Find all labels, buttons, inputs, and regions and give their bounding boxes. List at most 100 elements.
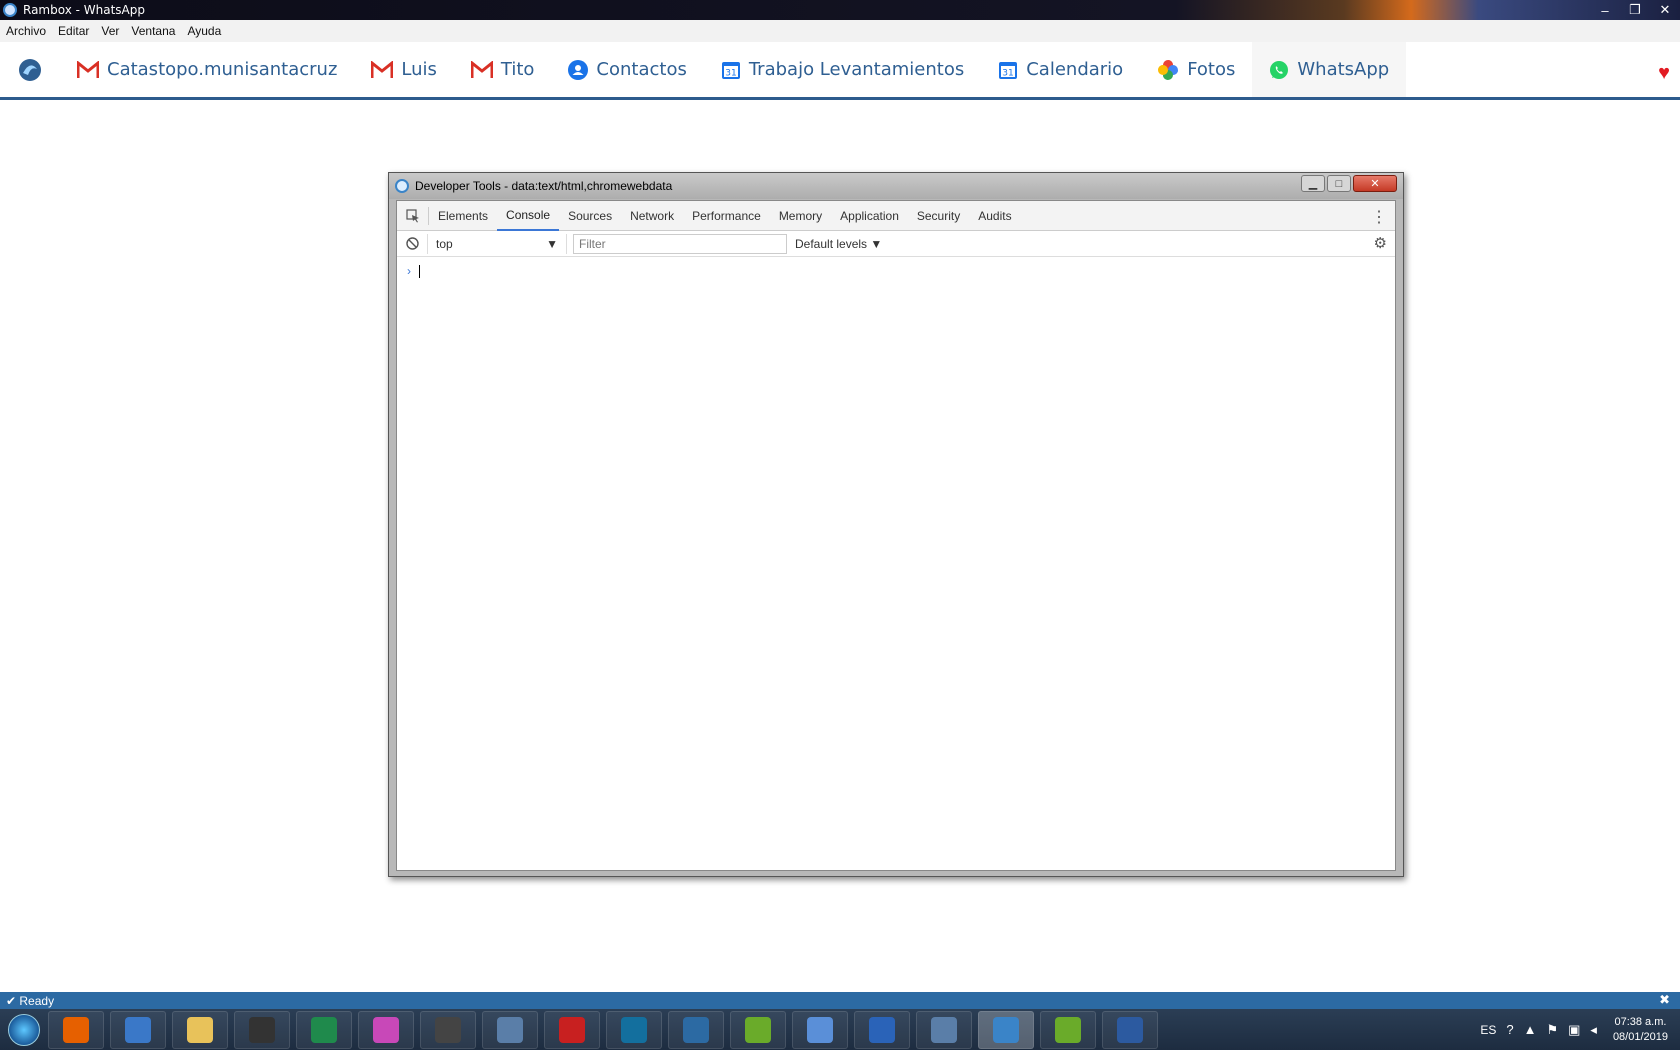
inkscape-icon — [435, 1016, 461, 1043]
contacts-icon — [568, 59, 589, 80]
volume-icon[interactable]: ◂ — [1590, 1022, 1597, 1038]
taskbar-qgis-b[interactable] — [1040, 1010, 1096, 1049]
close-status-icon[interactable]: ✖ — [1659, 992, 1670, 1008]
window-controls: – ❐ ✕ — [1590, 0, 1680, 20]
devtools-body: Elements Console Sources Network Perform… — [396, 200, 1396, 871]
taskbar-obs[interactable] — [234, 1010, 290, 1049]
rambox-logo-icon[interactable] — [0, 42, 60, 97]
devtools-maximize-button[interactable]: □ — [1327, 175, 1351, 192]
taskbar-v-app[interactable] — [1102, 1010, 1158, 1049]
language-indicator[interactable]: ES — [1480, 1023, 1496, 1037]
devtools-close-button[interactable]: ✕ — [1353, 175, 1397, 192]
taskbar-sheets[interactable] — [296, 1010, 352, 1049]
tab-application[interactable]: Application — [831, 201, 908, 231]
tab-elements[interactable]: Elements — [429, 201, 497, 231]
tab-network[interactable]: Network — [621, 201, 683, 231]
taskbar-app-a[interactable] — [110, 1010, 166, 1049]
menu-archivo[interactable]: Archivo — [0, 24, 52, 38]
tab-whatsapp[interactable]: WhatsApp — [1252, 42, 1407, 97]
tab-label: Tito — [500, 59, 535, 80]
network-icon[interactable]: ▣ — [1568, 1022, 1580, 1038]
taskbar-panel-app[interactable] — [606, 1010, 662, 1049]
taskbar-rambox[interactable] — [978, 1010, 1034, 1049]
gear-icon[interactable]: ⚙ — [1374, 234, 1387, 252]
qgis-b-icon — [1055, 1016, 1081, 1043]
tab-luis[interactable]: Luis — [354, 42, 454, 97]
menu-ventana[interactable]: Ventana — [125, 24, 181, 38]
gmail-icon — [77, 60, 99, 79]
taskbar-writer[interactable] — [854, 1010, 910, 1049]
taskbar-red-app[interactable] — [544, 1010, 600, 1049]
svg-text:31: 31 — [1003, 68, 1014, 78]
tab-audits[interactable]: Audits — [969, 201, 1020, 231]
close-button[interactable]: ✕ — [1650, 0, 1680, 20]
tab-trabajo-levantamientos[interactable]: 31 Trabajo Levantamientos — [704, 42, 981, 97]
firefox-icon — [63, 1016, 89, 1043]
context-value: top — [436, 236, 453, 251]
tab-performance[interactable]: Performance — [683, 201, 770, 231]
tab-label: Catastopo.munisantacruz — [107, 59, 338, 80]
taskbar-color-app[interactable] — [358, 1010, 414, 1049]
minimize-button[interactable]: – — [1590, 0, 1620, 20]
donate-heart-icon[interactable]: ♥ — [1658, 62, 1670, 85]
tab-sources[interactable]: Sources — [559, 201, 621, 231]
console-toolbar: top ▼ Default levels ▼ ⚙ — [397, 231, 1395, 257]
obs-icon — [249, 1016, 275, 1043]
help-icon[interactable]: ? — [1506, 1022, 1513, 1037]
svg-text:31: 31 — [725, 68, 736, 78]
tab-calendario[interactable]: 31 Calendario — [981, 42, 1140, 97]
tab-console[interactable]: Console — [497, 201, 560, 231]
flag-icon[interactable]: ⚑ — [1546, 1022, 1558, 1038]
rambox-icon — [993, 1016, 1019, 1043]
qgis-a-icon — [745, 1016, 771, 1043]
default-levels-dropdown[interactable]: Default levels ▼ — [795, 237, 882, 251]
tab-label: WhatsApp — [1297, 59, 1390, 80]
taskbar-calculator[interactable] — [482, 1010, 538, 1049]
taskbar-mail-app[interactable] — [792, 1010, 848, 1049]
clear-console-icon[interactable] — [397, 237, 427, 250]
tab-tito[interactable]: Tito — [454, 42, 552, 97]
taskbar-file-explorer[interactable] — [172, 1010, 228, 1049]
tab-label: Calendario — [1026, 59, 1124, 80]
devtools-titlebar: Developer Tools - data:text/html,chromew… — [389, 173, 1403, 199]
start-button[interactable] — [0, 1009, 48, 1050]
more-options-icon[interactable]: ⋮ — [1371, 207, 1387, 227]
tab-label: Trabajo Levantamientos — [748, 59, 965, 80]
tab-label: Fotos — [1187, 59, 1236, 80]
context-selector[interactable]: top ▼ — [427, 233, 567, 254]
tab-security[interactable]: Security — [908, 201, 969, 231]
menu-ayuda[interactable]: Ayuda — [181, 24, 227, 38]
filter-input[interactable] — [573, 233, 787, 254]
taskbar-inkscape[interactable] — [420, 1010, 476, 1049]
taskbar-firefox[interactable] — [48, 1010, 104, 1049]
gmail-icon — [371, 60, 394, 79]
chevron-down-icon: ▼ — [870, 236, 883, 251]
window-title: Rambox - WhatsApp — [23, 3, 145, 17]
tab-memory[interactable]: Memory — [770, 201, 831, 231]
mail-app-icon — [807, 1016, 833, 1043]
menu-editar[interactable]: Editar — [52, 24, 95, 38]
taskbar-drawing-app[interactable] — [916, 1010, 972, 1049]
dtc-app-icon — [683, 1016, 709, 1043]
clock-time: 07:38 a.m. — [1614, 1015, 1667, 1028]
devtools-window-controls: ▁ □ ✕ — [1301, 175, 1397, 192]
tab-fotos[interactable]: Fotos — [1140, 42, 1252, 97]
tab-catastopo[interactable]: Catastopo.munisantacruz — [60, 42, 354, 97]
taskbar-qgis-a[interactable] — [730, 1010, 786, 1049]
tab-contactos[interactable]: Contactos — [551, 42, 703, 97]
service-tab-bar: Catastopo.munisantacruz Luis Tito Contac… — [0, 42, 1680, 100]
red-app-icon — [559, 1016, 585, 1043]
inspect-element-icon[interactable] — [397, 206, 429, 225]
taskbar-dtc-app[interactable] — [668, 1010, 724, 1049]
drawing-app-icon — [931, 1016, 957, 1043]
clock[interactable]: 07:38 a.m. 08/01/2019 — [1613, 1015, 1668, 1045]
devtools-title: Developer Tools - data:text/html,chromew… — [415, 179, 673, 193]
tab-label: Luis — [401, 59, 437, 80]
panel-app-icon — [621, 1016, 647, 1043]
calendar-icon: 31 — [998, 60, 1018, 80]
menu-ver[interactable]: Ver — [95, 24, 125, 38]
devtools-minimize-button[interactable]: ▁ — [1301, 175, 1325, 192]
console-prompt[interactable]: › — [397, 257, 1395, 285]
show-hidden-icons-icon[interactable]: ▲ — [1524, 1022, 1537, 1037]
maximize-button[interactable]: ❐ — [1620, 0, 1650, 20]
